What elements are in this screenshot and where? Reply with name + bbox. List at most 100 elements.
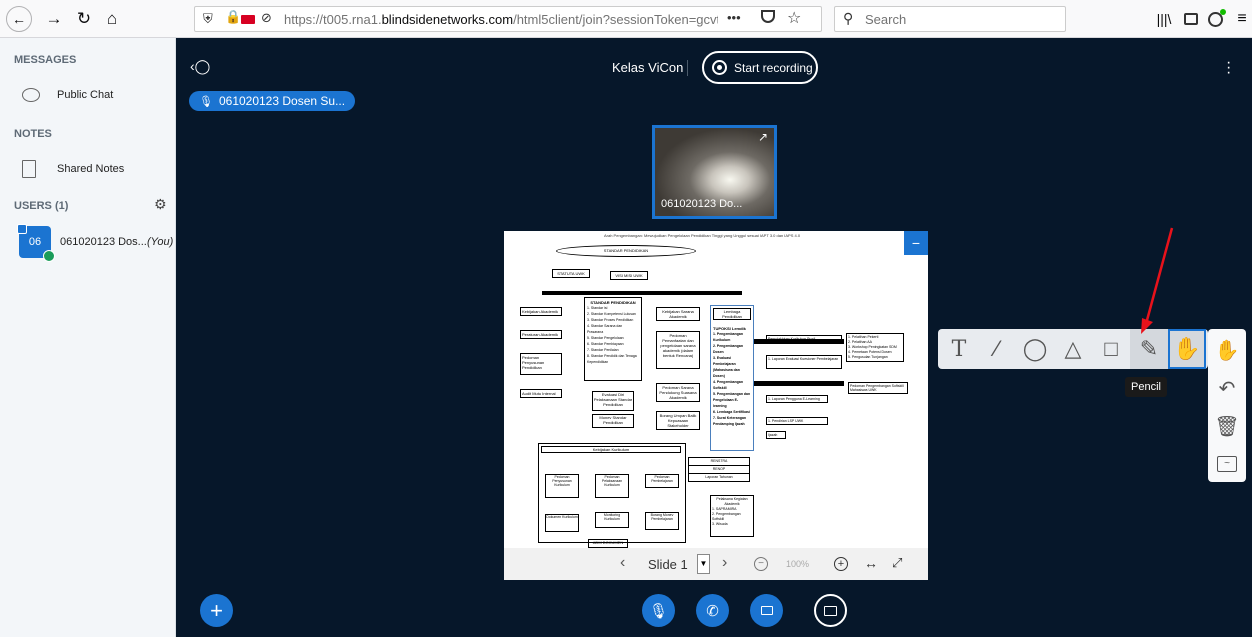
menu-icon[interactable]: ≡: [1230, 7, 1252, 31]
talking-indicator[interactable]: 🎙 061020123 Dosen Su...: [189, 91, 356, 111]
slide-kurikulum-box: Pedoman Pelaksanaan Kurikulum: [595, 474, 629, 498]
mic-blocked-icon[interactable]: ⊘: [261, 10, 272, 26]
slide-col4-item: 2. Pengembangan Dosen: [713, 344, 743, 354]
user-you-label: (You): [147, 236, 174, 248]
account-icon[interactable]: [1203, 7, 1227, 31]
user-list-settings-icon[interactable]: ⚙: [154, 196, 167, 213]
start-recording-button[interactable]: Start recording: [702, 51, 818, 84]
search-input[interactable]: ⚲ Search: [834, 6, 1066, 32]
slide-col2-box: Evaluasi Diri Pelaksanaan Standar Pendid…: [592, 391, 634, 411]
slide-pelaksana-item: Pelaksana Kegiatan Akademik: [716, 497, 748, 506]
forward-icon[interactable]: →: [42, 7, 66, 31]
slide-col2-item: 4. Standar Sarana dan Prasarana: [587, 324, 623, 334]
messages-header: MESSAGES: [14, 54, 77, 66]
slide-dropdown-icon[interactable]: ▼: [697, 554, 710, 574]
slide-connector: [542, 291, 742, 295]
slide-note: Pedoman Pengembangan Softskill Mahasiswa…: [848, 382, 908, 394]
record-label: Start recording: [734, 60, 813, 75]
camera-blocked-icon[interactable]: [241, 15, 255, 24]
slide-renstra-item: RENSTRA: [689, 458, 749, 466]
zoom-level: 100%: [786, 559, 810, 569]
slide-renstra-item: RENOP: [689, 466, 749, 474]
slide-pelaksana: Pelaksana Kegiatan Akademik 1. SAPRAMIRA…: [710, 495, 754, 537]
multi-user-whiteboard-icon[interactable]: ~: [1208, 445, 1246, 483]
webcam-button[interactable]: [750, 594, 783, 627]
slide-kurikulum-box: Pedoman Penyusunan Kurikulum: [545, 474, 579, 498]
search-placeholder: Search: [865, 12, 907, 27]
fit-width-icon[interactable]: ↔: [864, 555, 878, 571]
slide-col1-box: Pedoman Penyusunan Pendidikan: [520, 353, 562, 375]
slide-far-right: 1. Pelatihan Pekerti 2. Pelatihan AA 3. …: [846, 333, 904, 362]
pan-tool-icon[interactable]: ✋: [1208, 331, 1246, 369]
sidebar-toggle-icon[interactable]: [1179, 7, 1203, 31]
zoom-out-icon[interactable]: −: [754, 557, 768, 571]
slide-col4-item: 1. Pengembangan Kurikulum: [713, 332, 743, 342]
slide-kurikulum-box: Dokumen Kurikulum: [545, 514, 579, 532]
back-icon[interactable]: ←: [6, 6, 32, 32]
chat-icon: [22, 88, 40, 102]
reload-icon[interactable]: ↻: [72, 7, 96, 31]
slide-kurikulum-box: Borang Monev Pembelajaran: [645, 512, 679, 530]
presentation-slide[interactable]: Arah Pengembangan: Mewujudkan Pengelolaa…: [504, 231, 928, 580]
page-actions-icon[interactable]: •••: [727, 10, 741, 25]
whiteboard-side-tools: ✋ ↶ 🗑 ~: [1208, 329, 1246, 482]
home-icon[interactable]: ⌂: [100, 7, 124, 31]
search-icon: ⚲: [843, 10, 854, 26]
slide-kurikulum-box: Pedoman Pembelajaran: [645, 474, 679, 488]
slide-col2: STANDAR PENDIDIKAN 1. Standar isi 2. Sta…: [584, 297, 642, 381]
clear-all-icon[interactable]: 🗑: [1208, 407, 1246, 445]
shared-notes-item[interactable]: Shared Notes: [22, 160, 124, 178]
triangle-tool-icon[interactable]: △: [1054, 329, 1092, 369]
slide-col1-box: Audit Mutu Internal: [520, 389, 562, 398]
user-list-sidebar: MESSAGES Public Chat NOTES Shared Notes …: [0, 38, 176, 637]
slide-top-box: STANDAR PENDIDIKAN: [556, 245, 696, 257]
actions-button[interactable]: +: [200, 594, 233, 627]
slide-select[interactable]: Slide 1: [648, 557, 688, 572]
lock-icon[interactable]: 🔒: [225, 9, 241, 25]
toggle-userlist-icon[interactable]: ‹◯: [190, 58, 210, 75]
slide-big-arrow: [754, 381, 844, 386]
slide-controls: ‹ Slide 1 ▼ › − 100% + ↔ ⤢: [504, 548, 928, 580]
previous-slide-icon[interactable]: ‹: [620, 554, 625, 572]
slide-col2-list: 1. Standar isi 2. Standar Kompetensi Lul…: [587, 305, 639, 365]
url-bar[interactable]: ⛨ 🔒 ⊘ https://t005.rna1.blindsidenetwork…: [194, 6, 822, 32]
bookmark-star-icon[interactable]: ☆: [787, 8, 801, 28]
fullscreen-icon[interactable]: ↗: [758, 130, 768, 144]
fullscreen-slide-icon[interactable]: ⤢: [892, 555, 902, 571]
user-item[interactable]: 06 061020123 Dos... (You): [17, 224, 174, 262]
users-header: USERS (1): [14, 200, 69, 212]
webcam-label: 061020123 Do...: [661, 198, 743, 210]
screenshare-button[interactable]: [814, 594, 847, 627]
minimize-presentation-button[interactable]: −: [904, 231, 928, 255]
zoom-in-icon[interactable]: +: [834, 557, 848, 571]
slide-kurikulum-box: Monitoring Kurikulum: [595, 512, 629, 528]
avatar-initials: 06: [28, 236, 42, 248]
presenter-icon: [17, 224, 27, 234]
url-text[interactable]: https://t005.rna1.blindsidenetworks.com/…: [284, 12, 718, 27]
next-slide-icon[interactable]: ›: [722, 554, 727, 572]
public-chat-item[interactable]: Public Chat: [22, 88, 113, 102]
ellipse-tool-icon[interactable]: ◯: [1016, 329, 1054, 369]
notes-header: NOTES: [14, 128, 52, 140]
undo-icon[interactable]: ↶: [1208, 369, 1246, 407]
line-tool-icon[interactable]: ⁄: [978, 329, 1016, 369]
options-menu-icon[interactable]: · · ·: [1226, 55, 1231, 81]
mute-button[interactable]: 🎙: [642, 594, 675, 627]
slide-renstra: RENSTRA RENOP Laporan Tahunan: [688, 457, 750, 482]
shared-notes-label: Shared Notes: [57, 163, 125, 175]
slide-col4-list: 1. Pengembangan Kurikulum 2. Pengembanga…: [713, 331, 751, 427]
slide-col3-box: Borang Umpan Balik Kepuasaan Stakeholder: [656, 411, 700, 430]
webcam-video[interactable]: ↗ 061020123 Do...: [652, 125, 777, 219]
rectangle-tool-icon[interactable]: □: [1092, 329, 1130, 369]
library-icon[interactable]: |||\: [1152, 7, 1176, 31]
tracking-shield-icon[interactable]: ⛨: [203, 11, 213, 27]
notes-icon: [22, 160, 36, 178]
slide-col1-box: Peraturan Akademik: [520, 330, 562, 339]
text-tool-icon[interactable]: T: [940, 329, 978, 369]
slide-col2-item: 8. Standar Pendidik dan Tenaga Kependidi…: [587, 354, 637, 364]
slide-col4-item: 3. Evaluasi Pembelajaran (Mahasiswa dan …: [713, 356, 740, 378]
leave-audio-button[interactable]: ✆: [696, 594, 729, 627]
video-icon: [760, 606, 773, 615]
pocket-icon[interactable]: [761, 10, 775, 23]
slide-col2-box: Monev Standar Pendidikan: [592, 414, 634, 428]
